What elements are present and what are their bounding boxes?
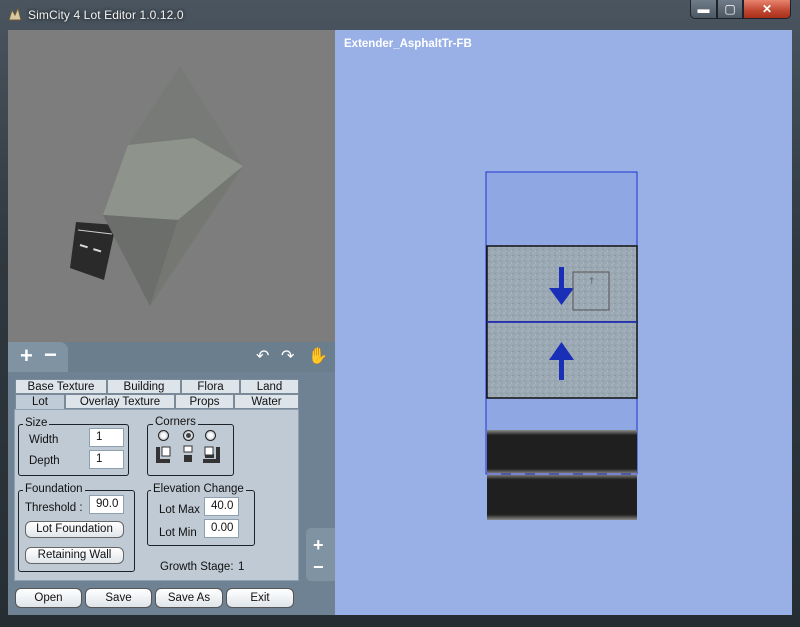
- foundation-group-label: Foundation: [23, 483, 85, 495]
- close-button[interactable]: ✕: [743, 0, 791, 19]
- tab-land[interactable]: Land: [240, 379, 299, 394]
- app-icon: [8, 6, 22, 21]
- 3d-preview-viewport[interactable]: [8, 30, 335, 342]
- threshold-label: Threshold :: [25, 502, 83, 514]
- corners-group-label: Corners: [153, 416, 198, 428]
- size-group-label: Size: [23, 417, 50, 429]
- lot-min-field[interactable]: 0.00: [204, 519, 239, 538]
- tab-water[interactable]: Water: [234, 394, 299, 409]
- lot-max-label: Lot Max: [159, 504, 200, 516]
- rotate-right-icon[interactable]: ↷: [281, 349, 294, 365]
- corner-radio-left[interactable]: [158, 430, 169, 441]
- tab-lot[interactable]: Lot: [15, 394, 65, 410]
- road-segment-2: [487, 474, 637, 520]
- 3d-lot-render: [70, 66, 243, 306]
- tab-overlay-texture[interactable]: Overlay Texture: [65, 394, 175, 409]
- canvas-zoom-in-button[interactable]: +: [313, 534, 324, 556]
- retaining-wall-button[interactable]: Retaining Wall: [25, 547, 124, 564]
- tab-base-texture[interactable]: Base Texture: [15, 379, 107, 394]
- width-field[interactable]: 1: [89, 428, 124, 447]
- lot-min-label: Lot Min: [159, 527, 197, 539]
- lot-max-field[interactable]: 40.0: [204, 497, 239, 516]
- depth-label: Depth: [29, 455, 60, 467]
- tab-flora[interactable]: Flora: [181, 379, 240, 394]
- corner-radio-center[interactable]: [183, 430, 194, 441]
- exit-button[interactable]: Exit: [226, 588, 294, 608]
- preview-zoom-out-button[interactable]: −: [44, 344, 57, 366]
- window-title: SimCity 4 Lot Editor 1.0.12.0: [28, 8, 184, 22]
- lot-foundation-button[interactable]: Lot Foundation: [25, 521, 124, 538]
- width-label: Width: [29, 434, 59, 446]
- svg-text:↑: ↑: [588, 277, 596, 287]
- minimize-button[interactable]: ▬: [690, 0, 717, 19]
- corner-shapes-icon: [156, 445, 220, 463]
- open-button[interactable]: Open: [15, 588, 82, 608]
- preview-zoom-in-button[interactable]: +: [20, 345, 33, 367]
- rotate-left-icon[interactable]: ↶: [256, 349, 269, 365]
- lot-canvas[interactable]: Extender_AsphaltTr-FB ↑: [335, 30, 792, 615]
- preview-zoom-tab: + −: [8, 342, 68, 372]
- depth-field[interactable]: 1: [89, 450, 124, 469]
- elevation-group-label: Elevation Change: [151, 483, 246, 495]
- canvas-zoom-out-button[interactable]: −: [313, 556, 324, 578]
- app-window: SimCity 4 Lot Editor 1.0.12.0 ▬ ▢ ✕ + − …: [0, 0, 800, 627]
- road-segment-1: [487, 430, 637, 474]
- title-bar: SimCity 4 Lot Editor 1.0.12.0 ▬ ▢ ✕: [0, 0, 800, 30]
- save-as-button[interactable]: Save As: [155, 588, 223, 608]
- corner-radio-right[interactable]: [205, 430, 216, 441]
- hand-pan-icon[interactable]: ✋: [308, 349, 328, 365]
- lot-layout-view: ↑: [485, 171, 638, 520]
- threshold-field[interactable]: 90.0: [89, 495, 124, 514]
- save-button[interactable]: Save: [85, 588, 152, 608]
- growth-stage-value: 1: [238, 561, 245, 573]
- maximize-button[interactable]: ▢: [717, 0, 743, 19]
- growth-stage-label: Growth Stage:: [160, 561, 234, 573]
- canvas-zoom-tab: + −: [306, 528, 335, 581]
- tab-building[interactable]: Building: [107, 379, 181, 394]
- tab-props[interactable]: Props: [175, 394, 234, 409]
